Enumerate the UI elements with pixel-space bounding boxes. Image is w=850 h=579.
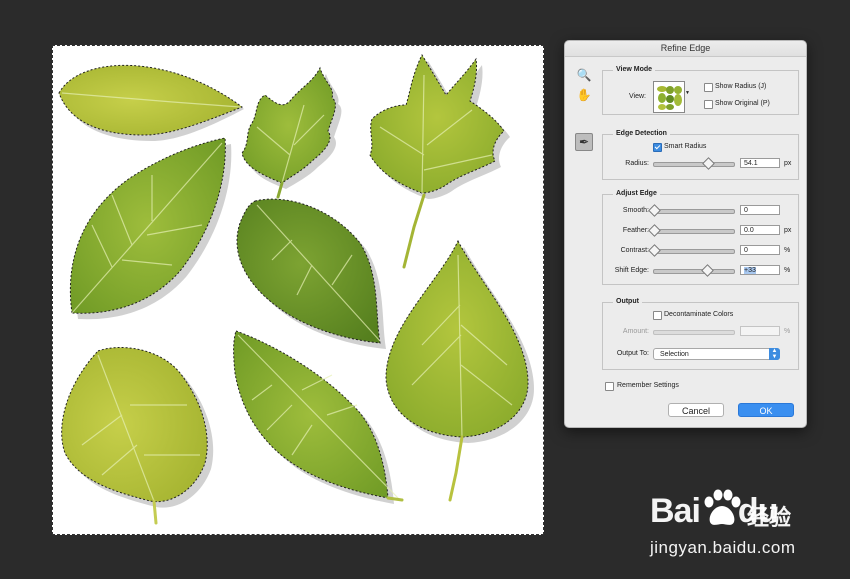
- leaf-4: [69, 137, 232, 320]
- leaf-1: [58, 64, 244, 141]
- shift-edge-slider-thumb[interactable]: [700, 264, 714, 277]
- refine-radius-brush-icon[interactable]: ✒: [575, 133, 593, 151]
- shift-edge-label: Shift Edge:: [614, 267, 649, 274]
- feather-unit: px: [784, 227, 792, 234]
- smooth-label: Smooth:: [622, 207, 649, 214]
- leaves-image: [58, 53, 534, 525]
- ok-button[interactable]: OK: [738, 403, 794, 417]
- shift-edge-value: +33: [744, 267, 756, 274]
- leaf-6: [385, 239, 534, 502]
- leaf-3: [369, 53, 510, 269]
- view-label: View:: [629, 93, 646, 100]
- baidu-logo-prefix: Bai: [650, 492, 701, 530]
- refine-edge-dialog: Refine Edge 🔍 ✋ ✒ View Mode View: ▼ Show…: [564, 40, 807, 428]
- radius-label: Radius:: [625, 160, 649, 167]
- edge-detection-legend: Edge Detection: [613, 130, 670, 137]
- baidu-url-text: jingyan.baidu.com: [650, 538, 796, 557]
- chevron-down-icon[interactable]: ▼: [685, 90, 690, 96]
- remember-settings-label: Remember Settings: [617, 382, 679, 389]
- shift-edge-slider[interactable]: [653, 264, 735, 277]
- remember-settings-checkbox[interactable]: [605, 382, 614, 391]
- baidu-paw-icon: [704, 489, 741, 525]
- contrast-slider[interactable]: [648, 244, 735, 257]
- feather-input[interactable]: 0.0: [740, 225, 780, 235]
- show-radius-label: Show Radius (J): [715, 83, 767, 90]
- hand-icon[interactable]: ✋: [576, 87, 592, 103]
- baidu-service-text: 经验: [747, 505, 792, 530]
- adjust-edge-legend: Adjust Edge: [613, 190, 660, 197]
- radius-unit: px: [784, 160, 792, 167]
- output-to-label: Output To:: [616, 350, 649, 357]
- view-mode-group: View Mode View: ▼ Show Radius (J) Show O…: [602, 66, 799, 115]
- amount-slider: [653, 330, 735, 335]
- contrast-label: Contrast:: [620, 247, 649, 254]
- show-radius-checkbox[interactable]: [704, 83, 713, 92]
- output-to-value: Selection: [660, 351, 689, 358]
- amount-input: [740, 326, 780, 336]
- show-original-checkbox[interactable]: [704, 100, 713, 109]
- amount-unit: %: [784, 328, 791, 335]
- feather-slider[interactable]: [648, 224, 735, 237]
- leaf-7: [61, 346, 214, 525]
- feather-label: Feather:: [622, 227, 649, 234]
- smart-radius-checkbox[interactable]: [653, 143, 662, 152]
- output-legend: Output: [613, 298, 642, 305]
- show-original-label: Show Original (P): [715, 100, 770, 107]
- feather-slider-thumb[interactable]: [648, 224, 661, 237]
- decontaminate-label: Decontaminate Colors: [664, 311, 734, 318]
- radius-slider[interactable]: [653, 157, 735, 170]
- smooth-slider-thumb[interactable]: [648, 204, 661, 217]
- shift-edge-input[interactable]: +33: [740, 265, 780, 275]
- leaf-2: [241, 66, 342, 199]
- view-mode-legend: View Mode: [613, 66, 656, 73]
- cancel-button[interactable]: Cancel: [668, 403, 724, 417]
- contrast-unit: %: [784, 247, 791, 254]
- leaf-8: [233, 330, 404, 504]
- document-canvas[interactable]: [52, 45, 544, 535]
- radius-slider-thumb[interactable]: [701, 157, 715, 170]
- zoom-icon[interactable]: 🔍: [576, 67, 592, 83]
- adjust-edge-group: Adjust Edge Smooth: 0 Feather: 0.0 px Co…: [602, 190, 799, 285]
- contrast-slider-thumb[interactable]: [648, 244, 661, 257]
- smooth-slider[interactable]: [648, 204, 735, 217]
- smart-radius-label: Smart Radius: [664, 143, 707, 150]
- view-mode-thumbnail[interactable]: [653, 81, 685, 113]
- leaf-5: [236, 198, 386, 349]
- radius-input[interactable]: 54.1: [740, 158, 780, 168]
- contrast-input[interactable]: 0: [740, 245, 780, 255]
- edge-detection-group: Edge Detection Smart Radius Radius: 54.1…: [602, 130, 799, 180]
- shift-edge-unit: %: [784, 267, 791, 274]
- amount-label: Amount:: [622, 328, 649, 335]
- select-arrows-icon: ▲ ▼: [769, 348, 780, 360]
- output-group: Output Decontaminate Colors Amount: % Ou…: [602, 298, 799, 370]
- output-to-select[interactable]: Selection ▲ ▼: [653, 348, 780, 360]
- dialog-title[interactable]: Refine Edge: [565, 41, 806, 57]
- smooth-input[interactable]: 0: [740, 205, 780, 215]
- decontaminate-checkbox[interactable]: [653, 311, 662, 320]
